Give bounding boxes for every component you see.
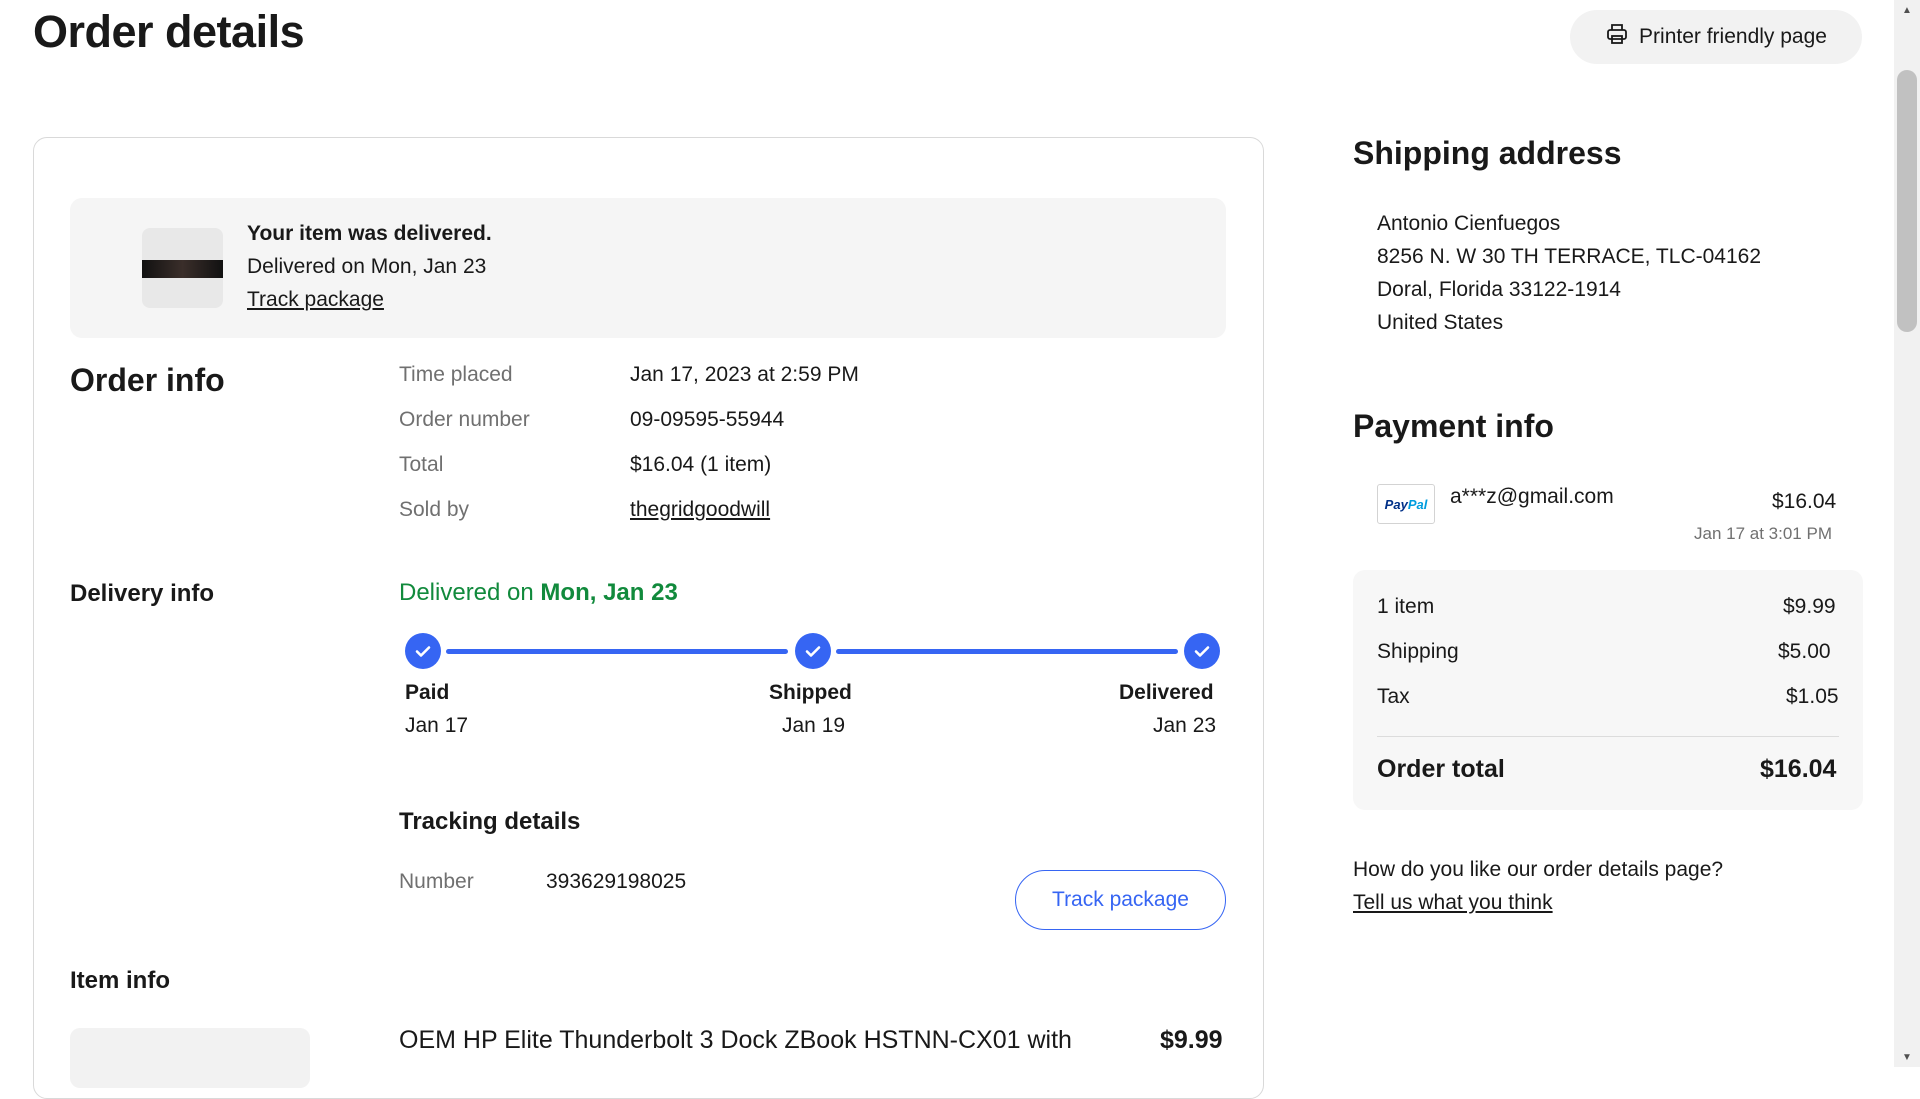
feedback-link[interactable]: Tell us what you think [1353,891,1553,915]
payment-account: a***z@gmail.com [1450,485,1614,508]
payment-amount: $16.04 [1772,490,1837,513]
summary-shipping-label: Shipping [1377,640,1459,663]
summary-tax-value: $1.05 [1786,685,1839,708]
address-line: Antonio Cienfuegos [1377,212,1561,235]
scroll-down-icon[interactable]: ▼ [1894,1049,1920,1065]
printer-friendly-button[interactable]: Printer friendly page [1570,10,1862,64]
summary-items-value: $9.99 [1783,595,1836,618]
summary-shipping-value: $5.00 [1778,640,1831,663]
item-image[interactable] [70,1028,310,1088]
order-total-label: Order total [1377,755,1505,783]
progress-line-1 [446,649,788,654]
banner-title: Your item was delivered. [247,222,492,245]
total-value: $16.04 (1 item) [630,453,772,476]
printer-friendly-label: Printer friendly page [1639,25,1827,48]
item-price: $9.99 [1160,1026,1223,1054]
page-title: Order details [33,6,305,57]
step-shipped-label: Shipped [769,681,852,704]
payment-info-heading: Payment info [1353,408,1554,444]
address-line: Doral, Florida 33122-1914 [1377,278,1621,301]
tracking-number-label: Number [399,870,474,893]
tracking-details-heading: Tracking details [399,808,581,835]
tracking-number-value: 393629198025 [546,870,687,893]
time-placed-label: Time placed [399,363,513,386]
step-delivered-date: Jan 23 [1153,714,1217,737]
payment-date: Jan 17 at 3:01 PM [1694,524,1832,543]
address-line: 8256 N. W 30 TH TERRACE, TLC-04162 [1377,245,1761,268]
address-line: United States [1377,311,1504,334]
order-number-label: Order number [399,408,530,431]
order-number-value: 09-09595-55944 [630,408,785,431]
order-info-heading: Order info [70,362,225,398]
feedback-question: How do you like our order details page? [1353,858,1724,881]
progress-line-2 [836,649,1178,654]
item-title[interactable]: OEM HP Elite Thunderbolt 3 Dock ZBook HS… [399,1026,1072,1055]
step-shipped-date: Jan 19 [782,714,846,737]
delivery-info-heading: Delivery info [70,580,215,607]
delivery-banner [70,198,1226,338]
summary-items-label: 1 item [1377,595,1435,618]
shipping-address: Antonio Cienfuegos 8256 N. W 30 TH TERRA… [1377,207,1761,339]
shipping-address-heading: Shipping address [1353,135,1622,171]
check-shipped-icon [795,633,831,669]
banner-subtitle: Delivered on Mon, Jan 23 [247,255,487,278]
order-total-value: $16.04 [1760,755,1837,783]
summary-tax-label: Tax [1377,685,1410,708]
item-info-heading: Item info [70,967,170,994]
step-delivered-label: Delivered [1119,681,1214,704]
printer-icon [1605,22,1629,52]
step-paid-label: Paid [405,681,450,704]
step-paid-date: Jan 17 [405,714,469,737]
scroll-up-icon[interactable]: ▲ [1894,2,1920,18]
time-placed-value: Jan 17, 2023 at 2:59 PM [630,363,859,386]
total-label: Total [399,453,444,476]
check-delivered-icon [1184,633,1220,669]
delivery-status: Delivered on Mon, Jan 23 [399,579,678,606]
track-package-button[interactable]: Track package [1015,870,1226,930]
check-paid-icon [405,633,441,669]
paypal-logo: Pay Pal [1377,484,1435,524]
summary-divider [1377,736,1839,737]
seller-link[interactable]: thegridgoodwill [630,498,770,522]
scrollbar-thumb[interactable] [1897,70,1917,332]
item-thumbnail[interactable] [142,228,223,308]
banner-track-package-link[interactable]: Track package [247,288,384,312]
sold-by-label: Sold by [399,498,470,521]
